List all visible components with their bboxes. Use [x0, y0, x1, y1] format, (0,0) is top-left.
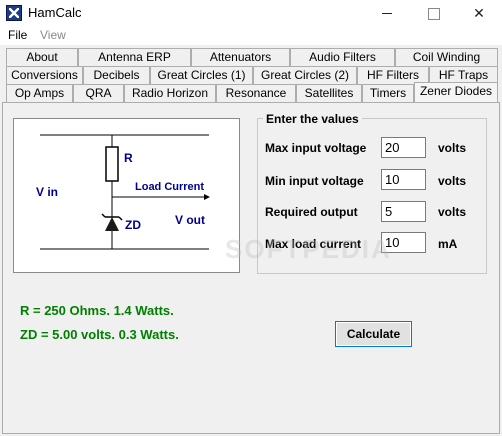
result-zener: ZD = 5.00 volts. 0.3 Watts.	[20, 327, 179, 342]
values-group-title: Enter the values	[263, 112, 362, 126]
menu-view[interactable]: View	[40, 28, 66, 42]
min-input-voltage-label: Min input voltage	[265, 174, 364, 188]
required-output-label: Required output	[265, 205, 358, 219]
min-input-voltage-unit: volts	[438, 174, 467, 188]
tab-satellites[interactable]: Satellites	[296, 84, 362, 102]
required-output-unit: volts	[438, 205, 467, 219]
minimize-icon[interactable]	[364, 0, 410, 26]
tab-about[interactable]: About	[6, 48, 78, 66]
title-bar: HamCalc ✕	[0, 0, 502, 26]
resistor-label: R	[124, 151, 133, 165]
tab-coil-winding[interactable]: Coil Winding	[395, 48, 498, 66]
maximize-icon[interactable]	[410, 0, 456, 26]
result-resistor: R = 250 Ohms. 1.4 Watts.	[20, 303, 174, 318]
tab-radio-horizon[interactable]: Radio Horizon	[124, 84, 216, 102]
max-input-voltage-field[interactable]: 20	[381, 137, 426, 158]
resistor-icon	[105, 146, 119, 182]
tab-audio-filters[interactable]: Audio Filters	[290, 48, 395, 66]
app-icon[interactable]	[6, 5, 22, 21]
tab-great-circles-2[interactable]: Great Circles (2)	[253, 66, 357, 84]
tab-antenna-erp[interactable]: Antenna ERP	[78, 48, 191, 66]
close-icon[interactable]: ✕	[456, 0, 502, 26]
tab-op-amps[interactable]: Op Amps	[6, 84, 73, 102]
softpedia-watermark: SOFTPEDIA	[225, 234, 392, 264]
vin-label: V in	[36, 185, 58, 199]
max-load-current-unit: mA	[438, 237, 458, 251]
tab-conversions[interactable]: Conversions	[6, 66, 83, 84]
tab-resonance[interactable]: Resonance	[216, 84, 296, 102]
circuit-diagram: V in R Load Current ZD V out	[13, 118, 240, 273]
window-title: HamCalc	[28, 5, 82, 20]
load-current-label: Load Current	[135, 181, 204, 193]
tab-great-circles-1[interactable]: Great Circles (1)	[150, 66, 253, 84]
tab-zener-diodes[interactable]: Zener Diodes	[414, 82, 498, 102]
load-current-arrow-icon	[204, 194, 210, 200]
tab-decibels[interactable]: Decibels	[83, 66, 150, 84]
zener-diode-icon	[105, 217, 119, 231]
max-input-voltage-label: Max input voltage	[265, 141, 367, 155]
required-output-field[interactable]: 5	[381, 201, 426, 222]
tab-attenuators[interactable]: Attenuators	[191, 48, 290, 66]
min-input-voltage-field[interactable]: 10	[381, 169, 426, 190]
zener-label: ZD	[125, 218, 141, 232]
menu-file[interactable]: File	[8, 28, 27, 42]
menu-bar: File View	[0, 26, 502, 45]
zener-circuit-svg: V in R Load Current ZD V out	[36, 134, 210, 250]
max-input-voltage-unit: volts	[438, 141, 467, 155]
calculate-button[interactable]: Calculate	[335, 321, 412, 347]
tab-timers[interactable]: Timers	[362, 84, 414, 102]
tab-qra[interactable]: QRA	[73, 84, 124, 102]
vout-label: V out	[175, 213, 205, 227]
